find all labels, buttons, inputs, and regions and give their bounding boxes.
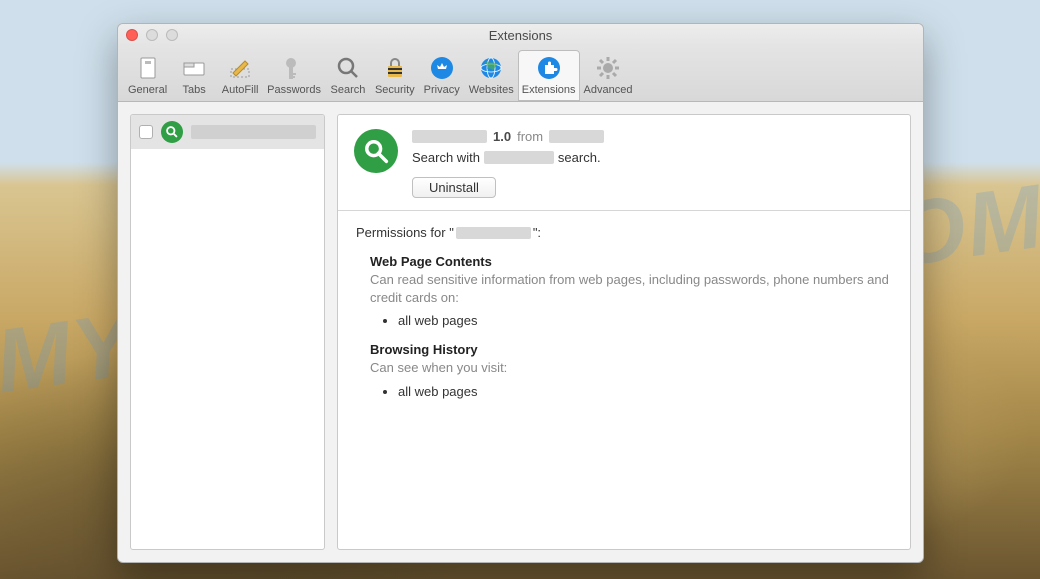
extension-author-redacted <box>549 130 604 143</box>
toolbar-label: General <box>128 84 167 96</box>
detail-header: 1.0 from Search with search. Uninstall <box>338 115 910 211</box>
tab-extensions[interactable]: Extensions <box>518 50 580 101</box>
autofill-icon <box>226 54 254 82</box>
traffic-lights <box>126 29 178 41</box>
permissions-title: Permissions for " ": <box>356 225 892 240</box>
permission-list: all web pages <box>370 313 892 328</box>
tab-advanced[interactable]: Advanced <box>580 50 637 101</box>
passwords-icon <box>280 54 308 82</box>
permission-heading: Browsing History <box>370 342 892 357</box>
extension-title-line: 1.0 from <box>412 129 894 144</box>
general-icon <box>134 54 162 82</box>
permission-web-page-contents: Web Page Contents Can read sensitive inf… <box>356 254 892 328</box>
toolbar-label: Tabs <box>183 84 206 96</box>
permissions-name-redacted <box>456 227 531 239</box>
tab-general[interactable]: General <box>124 50 171 101</box>
toolbar-label: Advanced <box>584 84 633 96</box>
tab-tabs[interactable]: Tabs <box>171 50 217 101</box>
uninstall-button[interactable]: Uninstall <box>412 177 496 198</box>
toolbar-label: Security <box>375 84 415 96</box>
desc-prefix: Search with <box>412 150 480 165</box>
extension-name-redacted <box>191 125 316 139</box>
extensions-icon <box>535 54 563 82</box>
tabs-icon <box>180 54 208 82</box>
extension-name-redacted <box>412 130 487 143</box>
toolbar-label: Privacy <box>424 84 460 96</box>
toolbar-label: Search <box>331 84 366 96</box>
toolbar-label: Websites <box>469 84 514 96</box>
from-label: from <box>517 129 543 144</box>
desc-suffix: search. <box>558 150 601 165</box>
extension-icon-large <box>354 129 398 173</box>
permission-heading: Web Page Contents <box>370 254 892 269</box>
tab-passwords[interactable]: Passwords <box>263 50 325 101</box>
preferences-toolbar: General Tabs AutoFill Passwords Search <box>118 46 923 102</box>
zoom-button[interactable] <box>166 29 178 41</box>
extension-icon <box>161 121 183 143</box>
content-area: 1.0 from Search with search. Uninstall P… <box>118 102 923 562</box>
extension-detail-panel: 1.0 from Search with search. Uninstall P… <box>337 114 911 550</box>
window-title: Extensions <box>118 28 923 43</box>
toolbar-label: AutoFill <box>222 84 259 96</box>
permissions-prefix: Permissions for " <box>356 225 454 240</box>
permission-list-item: all web pages <box>398 313 892 328</box>
permission-list-item: all web pages <box>398 384 892 399</box>
toolbar-label: Extensions <box>522 84 576 96</box>
permission-description: Can see when you visit: <box>370 359 892 377</box>
tab-websites[interactable]: Websites <box>465 50 518 101</box>
extension-description: Search with search. <box>412 150 894 165</box>
tab-search[interactable]: Search <box>325 50 371 101</box>
extension-version: 1.0 <box>493 129 511 144</box>
permission-description: Can read sensitive information from web … <box>370 271 892 307</box>
extension-enable-checkbox[interactable] <box>139 125 153 139</box>
tab-security[interactable]: Security <box>371 50 419 101</box>
close-button[interactable] <box>126 29 138 41</box>
minimize-button[interactable] <box>146 29 158 41</box>
advanced-icon <box>594 54 622 82</box>
extension-list-item[interactable] <box>131 115 324 149</box>
permission-list: all web pages <box>370 384 892 399</box>
security-icon <box>381 54 409 82</box>
websites-icon <box>477 54 505 82</box>
toolbar-label: Passwords <box>267 84 321 96</box>
permissions-suffix: ": <box>533 225 541 240</box>
search-icon <box>334 54 362 82</box>
tab-autofill[interactable]: AutoFill <box>217 50 263 101</box>
permission-browsing-history: Browsing History Can see when you visit:… <box>356 342 892 398</box>
permissions-section: Permissions for " ": Web Page Contents C… <box>338 211 910 413</box>
extensions-sidebar <box>130 114 325 550</box>
detail-header-text: 1.0 from Search with search. Uninstall <box>412 129 894 198</box>
preferences-window: Extensions General Tabs AutoFill Passwor… <box>117 23 924 563</box>
tab-privacy[interactable]: Privacy <box>419 50 465 101</box>
privacy-icon <box>428 54 456 82</box>
desc-redacted <box>484 151 554 164</box>
titlebar: Extensions <box>118 24 923 46</box>
